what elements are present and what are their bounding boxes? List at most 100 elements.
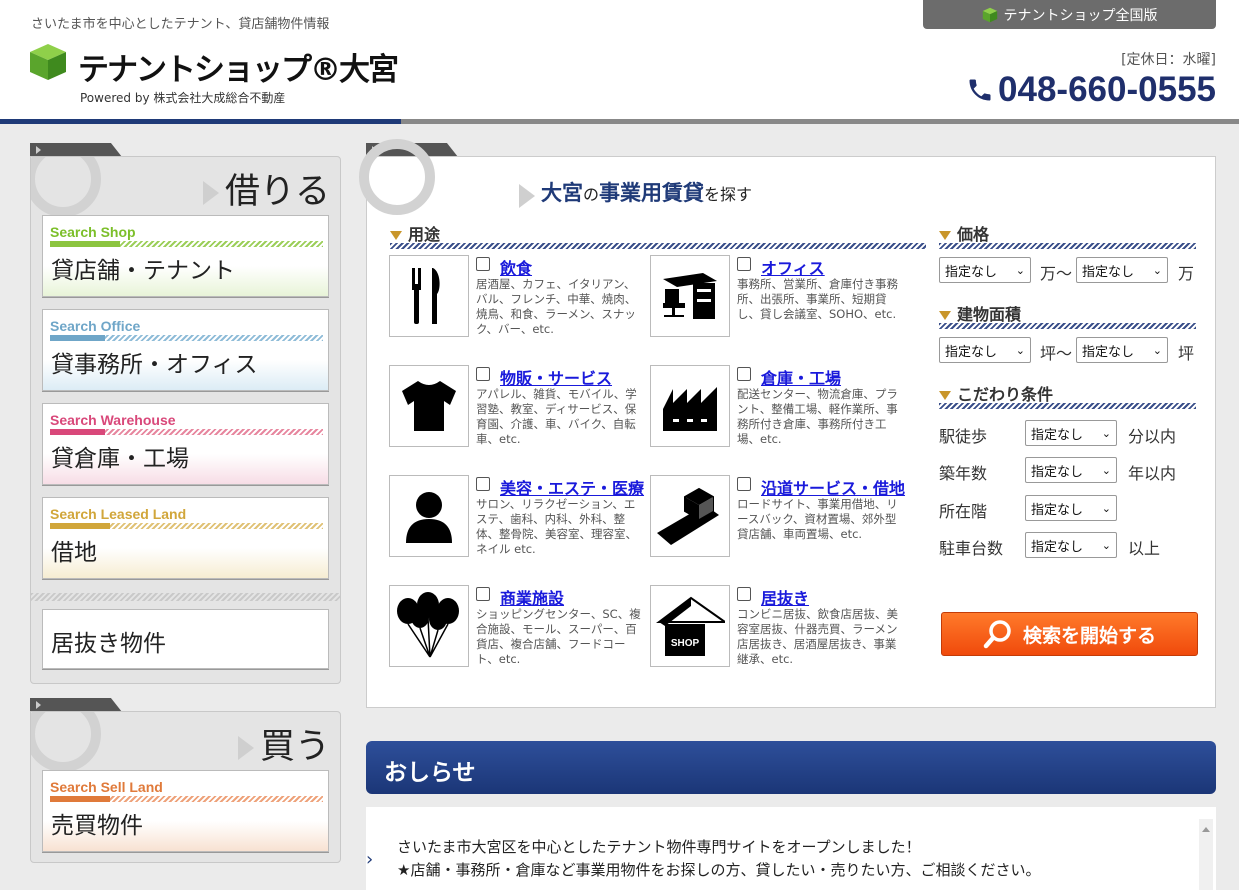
chevron-down-icon: ⌄ [1015, 263, 1025, 277]
card-inuki[interactable]: 居抜き物件 [42, 609, 329, 669]
checkbox-inshoku[interactable] [476, 257, 490, 271]
category-name[interactable]: 商業施設 [500, 585, 564, 609]
tshirt-icon [389, 365, 469, 447]
svg-text:SHOP: SHOP [671, 638, 700, 649]
news-scrollbar[interactable] [1199, 819, 1213, 890]
arrow-icon [202, 181, 219, 205]
category-name[interactable]: 美容・エステ・医療 [500, 475, 644, 499]
buy-box-tab [30, 698, 122, 712]
cond-unit-parking: 以上 [1128, 539, 1161, 558]
category-name[interactable]: 倉庫・工場 [761, 365, 841, 389]
magnifier-icon [31, 712, 101, 772]
area-max-select[interactable]: 指定なし ⌄ [1076, 337, 1168, 363]
chevron-down-icon: ⌄ [1101, 426, 1111, 440]
chevron-down-icon: ⌄ [1015, 343, 1025, 357]
checkbox-office[interactable] [737, 257, 751, 271]
cube-logo-icon [30, 44, 66, 80]
header-divider-accent [0, 119, 401, 124]
national-site-label: テナントショップ全国版 [1003, 7, 1158, 24]
card-ja-label: 売買物件 [51, 813, 143, 839]
cond-select-floor[interactable]: 指定なし ⌄ [1025, 495, 1117, 521]
logo-subtitle: Powered by 株式会社大成総合不動産 [80, 91, 286, 105]
fork-knife-icon [389, 255, 469, 337]
category-roadside[interactable]: 沿道サービス・借地 ロードサイト、事業用借地、リースバック、資材置場、郊外型貸店… [650, 475, 906, 565]
category-name[interactable]: 沿道サービス・借地 [761, 475, 905, 499]
search-panel: 大宮の事業用賃貸を探す 用途 飲食 居酒屋、カフェ、イタリアン、バル、フレンチ、… [359, 139, 1216, 708]
usage-section-label: 用途 [390, 221, 440, 245]
search-button-label: 検索を開始する [1022, 624, 1156, 647]
cube-icon [982, 7, 997, 22]
category-name[interactable]: 居抜き [761, 585, 809, 609]
card-search-warehouse[interactable]: Search Warehouse 貸倉庫・工場 [42, 403, 329, 485]
card-search-sell-land[interactable]: Search Sell Land 売買物件 [42, 770, 329, 852]
chevron-down-icon: ⌄ [1101, 463, 1111, 477]
cond-label-age: 築年数 [939, 464, 988, 483]
search-title: 大宮の事業用賃貸を探す [519, 177, 752, 208]
category-name[interactable]: 飲食 [500, 255, 532, 279]
area-unit-from: 坪～ [1040, 344, 1073, 363]
category-retail[interactable]: 物販・サービス アパレル、雑貨、モバイル、学習塾、教室、ディサービス、保育園、介… [389, 365, 645, 455]
news-item-1[interactable]: さいたま市大宮区を中心としたテナント物件専門サイトをオープンしました！ [397, 836, 921, 857]
card-search-office[interactable]: Search Office 貸事務所・オフィス [42, 309, 329, 391]
category-desc: 配送センター、物流倉庫、プラント、整備工場、軽作業所、事務所付き倉庫、事務所付き… [737, 387, 898, 446]
card-ja-label: 貸事務所・オフィス [51, 352, 258, 378]
rent-box: 借りる Search Shop 貸店舗・テナント Search Office 貸… [30, 156, 341, 684]
checkbox-commercial[interactable] [476, 587, 490, 601]
category-desc: サロン、リラクゼーション、エステ、歯科、内科、外科、整体、整骨院、美容室、理容室… [476, 497, 637, 556]
news-item-2[interactable]: ★店舗・事務所・倉庫など事業用物件をお探しの方、貸したい・売りたい方、ご相談くだ… [397, 859, 1040, 880]
card-search-shop[interactable]: Search Shop 貸店舗・テナント [42, 215, 329, 297]
arrow-icon [519, 183, 535, 208]
card-en-label: Search Office [50, 318, 141, 334]
card-ja-label: 借地 [51, 540, 97, 566]
price-min-select[interactable]: 指定なし ⌄ [939, 257, 1031, 283]
checkbox-beauty[interactable] [476, 477, 490, 491]
chevron-down-icon: ⌄ [1101, 501, 1111, 515]
rent-box-tab [30, 143, 122, 157]
category-warehouse[interactable]: 倉庫・工場 配送センター、物流倉庫、プラント、整備工場、軽作業所、事務所付き倉庫… [650, 365, 906, 455]
card-en-label: Search Warehouse [50, 412, 176, 428]
category-desc: ショッピングセンター、SC、複合施設、モール、スーパー、百貨店、複合店舗、フード… [476, 607, 641, 666]
category-name[interactable]: オフィス [761, 255, 825, 279]
price-section-label: 価格 [939, 221, 989, 245]
card-en-label: Search Sell Land [50, 779, 163, 795]
buy-box: 買う Search Sell Land 売買物件 [30, 711, 341, 863]
logo-title: テナントショップ®大宮 [78, 52, 399, 88]
chevron-right-icon: › [366, 849, 374, 870]
category-name[interactable]: 物販・サービス [500, 365, 612, 389]
start-search-button[interactable]: 検索を開始する [941, 612, 1198, 656]
balloons-icon [389, 585, 469, 667]
news-panel: › さいたま市大宮区を中心としたテナント物件専門サイトをオープンしました！ ★店… [366, 807, 1216, 890]
chevron-down-icon: ⌄ [1152, 343, 1162, 357]
checkbox-roadside[interactable] [737, 477, 751, 491]
cond-select-age[interactable]: 指定なし ⌄ [1025, 457, 1117, 483]
area-min-select[interactable]: 指定なし ⌄ [939, 337, 1031, 363]
cond-unit-walk: 分以内 [1128, 427, 1177, 446]
site-header: さいたま市を中心としたテナント、貸店舗物件情報 テナントショップ®大宮 Powe… [0, 0, 1239, 124]
chevron-down-icon: ⌄ [1152, 263, 1162, 277]
card-ja-label: 貸倉庫・工場 [51, 446, 189, 472]
cond-label-floor: 所在階 [939, 502, 988, 521]
cond-select-parking[interactable]: 指定なし ⌄ [1025, 532, 1117, 558]
price-max-select[interactable]: 指定なし ⌄ [1076, 257, 1168, 283]
card-ja-label: 貸店舗・テナント [51, 258, 235, 284]
card-en-label: Search Shop [50, 224, 136, 240]
checkbox-warehouse[interactable] [737, 367, 751, 381]
category-beauty[interactable]: 美容・エステ・医療 サロン、リラクゼーション、エステ、歯科、内科、外科、整体、整… [389, 475, 645, 565]
category-commercial[interactable]: 商業施設 ショッピングセンター、SC、複合施設、モール、スーパー、百貨店、複合店… [389, 585, 645, 675]
category-inuki[interactable]: SHOP 居抜き コンビニ居抜、飲食店居抜、美容室居抜、什器売買、ラーメン店居抜… [650, 585, 906, 675]
phone-number-text: 048-660-0555 [998, 70, 1216, 109]
phone-icon [969, 79, 991, 101]
category-inshoku[interactable]: 飲食 居酒屋、カフェ、イタリアン、バル、フレンチ、中華、焼肉、焼鳥、和食、ラーメ… [389, 255, 645, 345]
category-desc: コンビニ居抜、飲食店居抜、美容室居抜、什器売買、ラーメン店居抜き、居酒屋居抜き、… [737, 607, 898, 666]
category-office[interactable]: オフィス 事務所、営業所、倉庫付き事務所、出張所、事業所、短期貸し、貸し会議室、… [650, 255, 906, 345]
card-en-label: Search Leased Land [50, 506, 187, 522]
office-desk-icon [650, 255, 730, 337]
card-search-leased-land[interactable]: Search Leased Land 借地 [42, 497, 329, 579]
area-unit: 坪 [1178, 344, 1195, 363]
cond-select-walk[interactable]: 指定なし ⌄ [1025, 420, 1117, 446]
national-site-link[interactable]: テナントショップ全国版 [923, 0, 1216, 29]
checkbox-inuki[interactable] [737, 587, 751, 601]
cond-unit-age: 年以内 [1128, 464, 1177, 483]
checkbox-retail[interactable] [476, 367, 490, 381]
phone-number[interactable]: 048-660-0555 [966, 70, 1216, 110]
